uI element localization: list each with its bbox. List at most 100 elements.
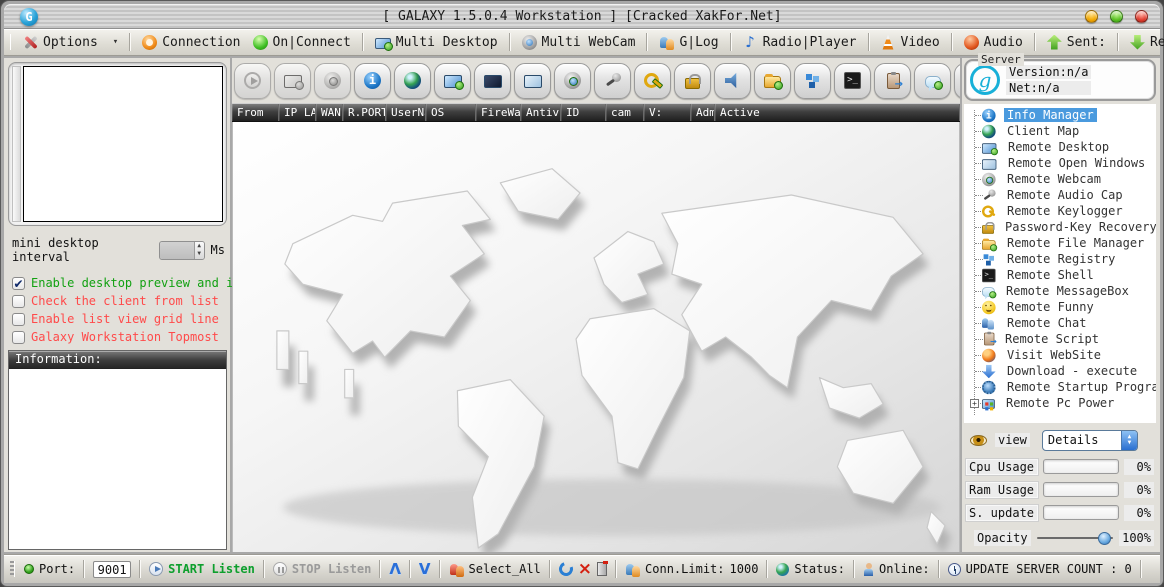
remote-open-windows-button[interactable]: [474, 63, 511, 99]
column-header[interactable]: OS: [426, 104, 476, 121]
column-header[interactable]: UserName: [386, 104, 426, 121]
tree-item-password-key-recovery[interactable]: Password-Key Recovery: [968, 219, 1156, 235]
tree-item-remote-shell[interactable]: Remote Shell: [968, 267, 1156, 283]
interval-spinner[interactable]: ▲▼: [159, 241, 205, 260]
stop-listen-button[interactable]: STOP Listen: [292, 562, 371, 576]
column-header[interactable]: WAN: [316, 104, 343, 121]
speaker-button[interactable]: [714, 63, 751, 99]
dropdown-stepper-icon[interactable]: ▲▼: [1121, 431, 1137, 450]
close-button[interactable]: [1135, 10, 1148, 23]
tree-item-remote-script[interactable]: Remote Script: [968, 331, 1156, 347]
title-bar[interactable]: G [ GALAXY 1.5.0.4 Workstation ] [Cracke…: [4, 4, 1160, 29]
spinner-up-icon[interactable]: ▲: [195, 242, 204, 251]
tree-item-remote-messagebox[interactable]: Remote MessageBox: [968, 283, 1156, 299]
checkbox-icon[interactable]: [12, 313, 25, 326]
multi-webcam-button[interactable]: [314, 63, 351, 99]
tree-item-download-execute[interactable]: Download - execute: [968, 363, 1156, 379]
remote-messagebox-button[interactable]: [914, 63, 951, 99]
tree-item-client-map[interactable]: Client Map: [968, 123, 1156, 139]
select-all-button[interactable]: Select_All: [469, 562, 541, 576]
view-mode-select[interactable]: Details ▲▼: [1042, 430, 1138, 451]
column-header[interactable]: FireWall: [476, 104, 521, 121]
toolbar-item-connection[interactable]: Connection: [138, 33, 244, 52]
remote-webcam-button[interactable]: [554, 63, 591, 99]
port-value-field[interactable]: 9001: [93, 561, 131, 578]
column-header[interactable]: Antivirus: [521, 104, 561, 121]
column-header[interactable]: Admin: [691, 104, 715, 121]
cpu-usage-row: Cpu Usage 0%: [966, 455, 1154, 478]
remote-file-manager-button[interactable]: [754, 63, 791, 99]
tree-item-remote-keylogger[interactable]: Remote Keylogger: [968, 203, 1156, 219]
minimize-button[interactable]: [1085, 10, 1098, 23]
toolbar-item-options[interactable]: Options ▾: [19, 33, 122, 52]
tree-item-remote-open-windows[interactable]: Remote Open Windows: [968, 155, 1156, 171]
password-key-recovery-button[interactable]: [674, 63, 711, 99]
column-header[interactable]: Active: [715, 104, 960, 121]
info-manager-button[interactable]: [354, 63, 391, 99]
tree-item-visit-website[interactable]: Visit WebSite: [968, 347, 1156, 363]
checkbox-check-client-from-list[interactable]: Check the client from list: [12, 294, 227, 308]
remote-registry-button[interactable]: [794, 63, 831, 99]
column-header[interactable]: ID: [561, 104, 606, 121]
tree-item-remote-file-manager[interactable]: Remote File Manager: [968, 235, 1156, 251]
multi-desktop-button[interactable]: [274, 63, 311, 99]
checkbox-list-view-grid-line[interactable]: Enable list view grid line: [12, 312, 227, 326]
remote-desktop-button[interactable]: [434, 63, 471, 99]
checkbox-icon[interactable]: [12, 331, 25, 344]
opacity-slider[interactable]: [1037, 531, 1114, 545]
toolbar-label: Multi Desktop: [396, 35, 498, 50]
column-header[interactable]: cam: [606, 104, 644, 121]
move-down-button[interactable]: V: [419, 560, 431, 578]
spinner-buttons[interactable]: ▲▼: [194, 242, 204, 259]
toolbar-item-glog[interactable]: G|Log: [655, 33, 722, 52]
toolbar-item-sent[interactable]: Sent:: [1043, 33, 1110, 52]
delete-icon[interactable]: ×: [578, 562, 592, 576]
column-header[interactable]: V:: [644, 104, 691, 121]
move-up-button[interactable]: Λ: [389, 560, 401, 578]
tree-item-remote-webcam[interactable]: Remote Webcam: [968, 171, 1156, 187]
tree-item-remote-pc-power[interactable]: +Remote Pc Power: [968, 395, 1156, 411]
toolbar-item-video[interactable]: Video: [877, 33, 944, 52]
spinner-down-icon[interactable]: ▼: [195, 250, 204, 259]
statusbar-grip[interactable]: [10, 561, 15, 577]
toolbar-item-multi-webcam[interactable]: Multi WebCam: [518, 33, 640, 52]
remote-keylogger-button[interactable]: [634, 63, 671, 99]
column-header[interactable]: R.PORT: [343, 104, 386, 121]
remote-shell-button[interactable]: [834, 63, 871, 99]
checkbox-icon[interactable]: [12, 295, 25, 308]
toolbar-item-radio-player[interactable]: Radio|Player: [739, 33, 861, 52]
tree-item-info-manager[interactable]: Info Manager: [968, 107, 1156, 123]
interval-input[interactable]: [160, 242, 194, 259]
checkbox-enable-desktop-preview[interactable]: ✔ Enable desktop preview and info: [12, 276, 227, 290]
chevron-down-icon[interactable]: ▾: [113, 37, 118, 47]
start-listen-button[interactable]: START Listen: [168, 562, 255, 576]
checkbox-icon[interactable]: ✔: [12, 277, 25, 290]
tree-item-remote-funny[interactable]: Remote Funny: [968, 299, 1156, 315]
window-button[interactable]: [514, 63, 551, 99]
tree-item-remote-desktop[interactable]: Remote Desktop: [968, 139, 1156, 155]
toolbar-item-multi-desktop[interactable]: Multi Desktop: [371, 33, 502, 52]
arrow-down-icon: [1130, 35, 1145, 50]
play-button[interactable]: [234, 63, 271, 99]
maximize-button[interactable]: [1110, 10, 1123, 23]
toolbar-item-audio[interactable]: Audio: [960, 33, 1027, 52]
slider-thumb[interactable]: [1098, 532, 1111, 545]
toolbar-item-recived[interactable]: Recived:: [1126, 33, 1164, 52]
status-bar: Port: 9001 START Listen STOP Listen Λ V …: [4, 554, 1160, 583]
remote-audio-cap-button[interactable]: [594, 63, 631, 99]
column-header[interactable]: From: [232, 104, 279, 121]
expand-plus-icon[interactable]: +: [970, 399, 979, 408]
remote-script-button[interactable]: [874, 63, 911, 99]
refresh-icon[interactable]: [556, 560, 575, 579]
tree-item-remote-startup-program[interactable]: Remote Startup Program: [968, 379, 1156, 395]
remote-funny-button[interactable]: [954, 63, 960, 99]
tree-item-remote-chat[interactable]: Remote Chat: [968, 315, 1156, 331]
toolbar-grip[interactable]: [10, 34, 11, 50]
toolbar-item-on-connect[interactable]: On|Connect: [249, 33, 355, 52]
tree-item-remote-audio-cap[interactable]: Remote Audio Cap: [968, 187, 1156, 203]
client-map-button[interactable]: [394, 63, 431, 99]
server-remove-icon[interactable]: [597, 562, 607, 576]
checkbox-workstation-topmost[interactable]: Galaxy Workstation Topmost: [12, 330, 227, 344]
tree-item-remote-registry[interactable]: Remote Registry: [968, 251, 1156, 267]
column-header[interactable]: IP LAN: [279, 104, 316, 121]
